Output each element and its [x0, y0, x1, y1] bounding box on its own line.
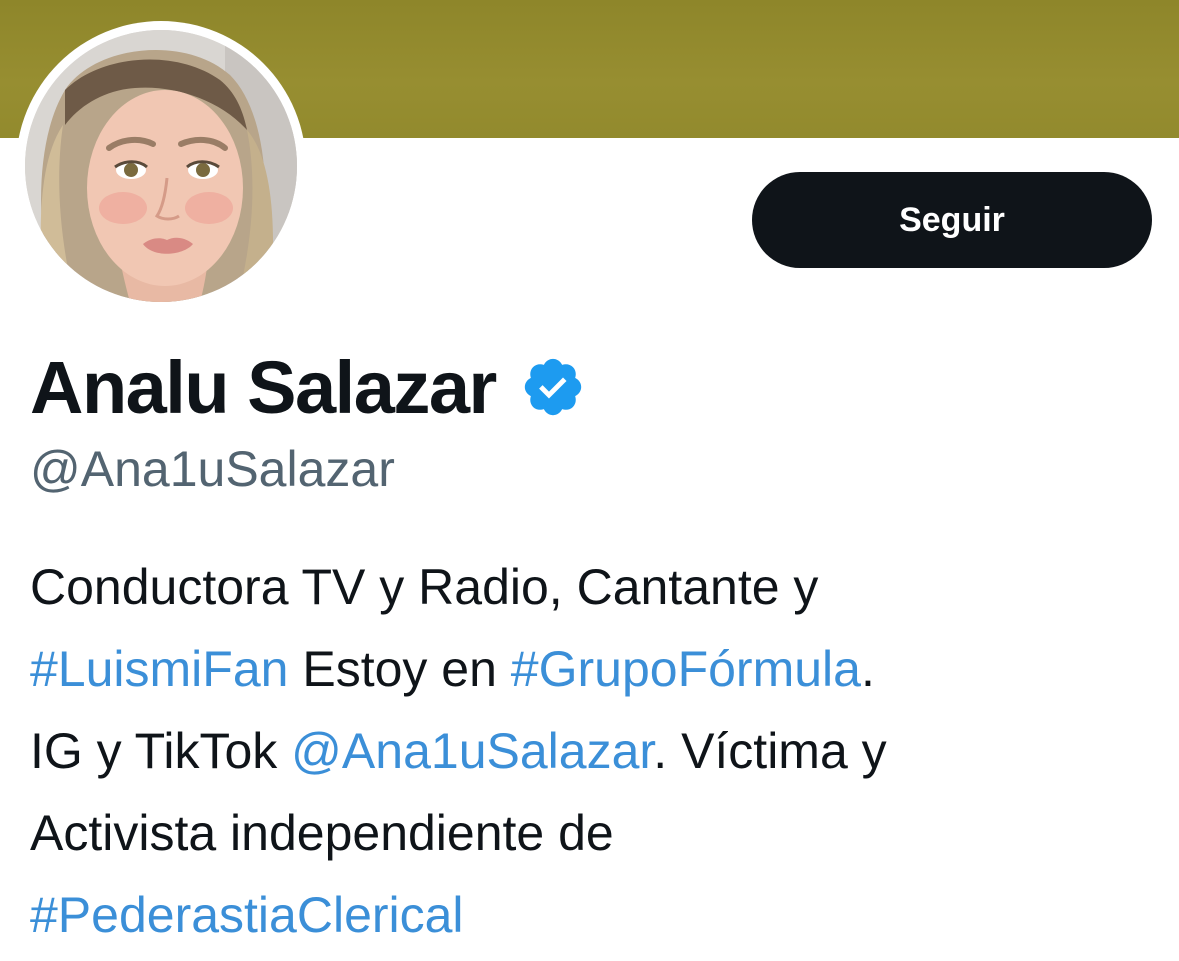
bio-text: .	[860, 641, 875, 697]
bio-line-3: IG y TikTok @Ana1uSalazar. Víctima y	[30, 710, 1160, 792]
bio-text: Activista independiente de	[30, 805, 614, 861]
hashtag-link[interactable]: #LuismiFan	[30, 641, 288, 697]
bio-line-1: Conductora TV y Radio, Cantante y	[30, 546, 1160, 628]
hashtag-link[interactable]: #GrupoFórmula	[511, 641, 861, 697]
user-handle: @Ana1uSalazar	[30, 441, 395, 497]
bio-text: Conductora TV y Radio, Cantante y	[30, 559, 819, 615]
hashtag-link[interactable]: #PederastiaClerical	[30, 887, 464, 943]
avatar-photo	[25, 30, 297, 302]
profile-bio: Conductora TV y Radio, Cantante y #Luism…	[30, 546, 1160, 956]
bio-text: Estoy en	[288, 641, 511, 697]
mention-link[interactable]: @Ana1uSalazar	[291, 723, 653, 779]
bio-text: IG y TikTok	[30, 723, 292, 779]
avatar-ring	[16, 21, 306, 311]
display-name: Analu Salazar	[30, 345, 497, 429]
avatar[interactable]	[25, 30, 297, 302]
bio-text: . Víctima y	[653, 723, 887, 779]
bio-line-4: Activista independiente de	[30, 792, 1160, 874]
bio-line-2: #LuismiFan Estoy en #GrupoFórmula.	[30, 628, 1160, 710]
verified-badge-icon[interactable]	[520, 354, 586, 420]
bio-line-5: #PederastiaClerical	[30, 874, 1160, 956]
name-row: Analu Salazar	[30, 342, 586, 432]
follow-button[interactable]: Seguir	[752, 172, 1152, 268]
